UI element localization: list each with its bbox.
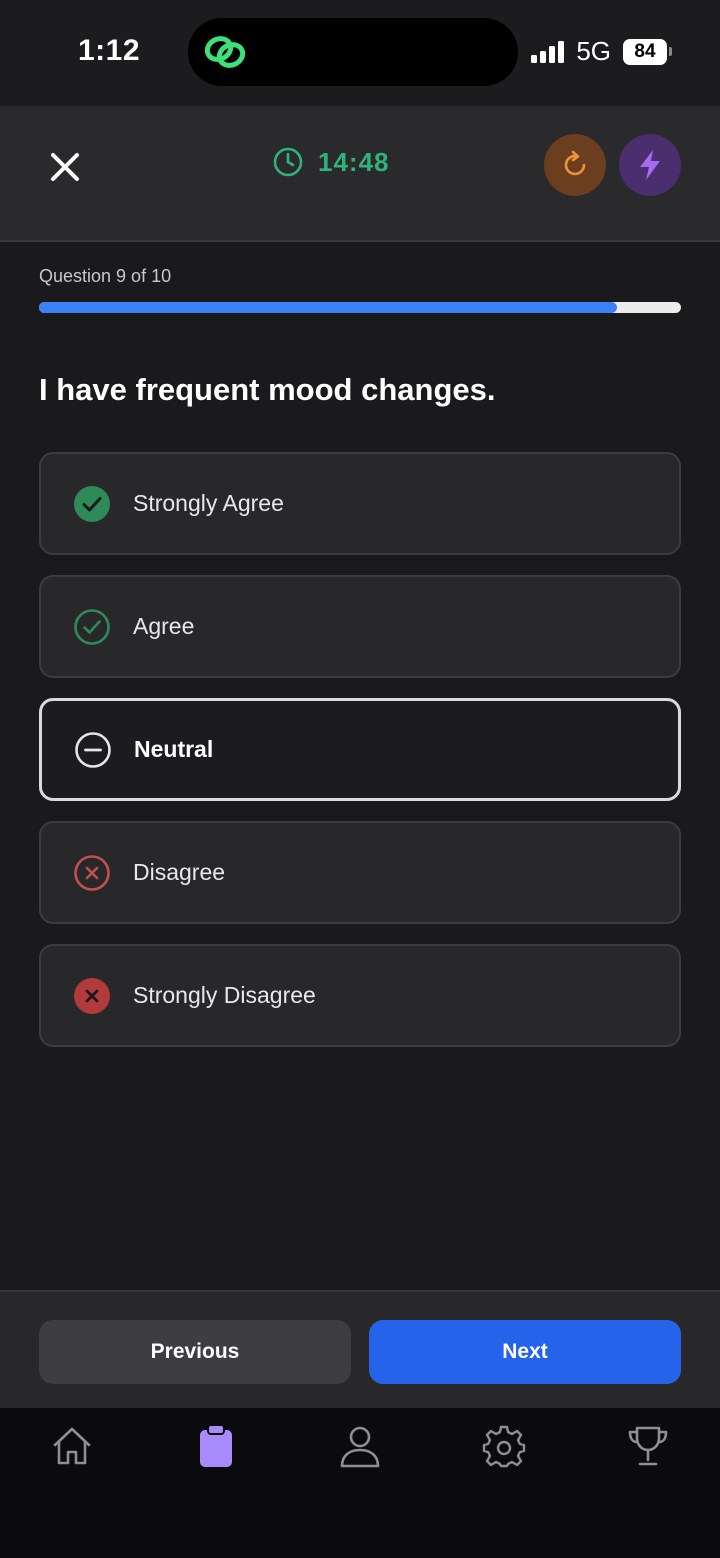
option-disagree[interactable]: Disagree xyxy=(39,821,681,924)
network-type: 5G xyxy=(576,36,611,66)
tab-home[interactable] xyxy=(48,1422,96,1470)
signal-icon xyxy=(531,40,565,63)
tab-profile[interactable] xyxy=(336,1422,384,1470)
clipboard-icon xyxy=(200,1424,232,1467)
progress-label: Question 9 of 10 xyxy=(39,266,172,286)
close-button[interactable] xyxy=(42,144,88,190)
lightning-icon xyxy=(640,150,660,180)
tab-settings[interactable] xyxy=(480,1422,528,1470)
option-neutral[interactable]: Neutral xyxy=(39,698,681,801)
check-circle-filled-icon xyxy=(73,485,111,523)
next-button[interactable]: Next xyxy=(369,1320,681,1384)
option-agree[interactable]: Agree xyxy=(39,575,681,678)
timer: 14:48 xyxy=(272,146,390,178)
timer-value: 14:48 xyxy=(318,146,390,177)
profile-icon xyxy=(340,1426,380,1468)
battery-level: 84 xyxy=(623,38,667,65)
option-label: Disagree xyxy=(133,859,226,885)
refresh-icon xyxy=(564,150,586,176)
battery-icon: 84 xyxy=(623,38,672,65)
progress-bar xyxy=(39,302,681,313)
status-indicators: 5G 84 xyxy=(531,36,672,67)
option-strongly-agree[interactable]: Strongly Agree xyxy=(39,452,681,555)
x-circle-outline-icon xyxy=(73,854,111,892)
option-label: Strongly Agree xyxy=(133,490,284,516)
status-bar: 1:12 5G 84 xyxy=(0,0,720,106)
option-label: Neutral xyxy=(134,736,214,762)
close-icon xyxy=(51,153,79,181)
home-icon xyxy=(53,1427,91,1465)
tab-achievements[interactable] xyxy=(624,1422,672,1470)
quiz-header: 14:48 xyxy=(0,106,720,242)
previous-button[interactable]: Previous xyxy=(39,1320,351,1384)
option-strongly-disagree[interactable]: Strongly Disagree xyxy=(39,944,681,1047)
clock-icon xyxy=(273,147,303,177)
question-text: I have frequent mood changes. xyxy=(39,372,496,407)
refresh-button[interactable] xyxy=(544,134,606,196)
option-label: Agree xyxy=(133,613,195,639)
status-time: 1:12 xyxy=(78,34,141,67)
dynamic-island xyxy=(188,18,518,86)
x-circle-filled-icon xyxy=(73,977,111,1015)
tab-bar xyxy=(0,1408,720,1558)
settings-icon xyxy=(482,1425,526,1468)
action-bar: Previous Next xyxy=(0,1290,720,1408)
option-label: Strongly Disagree xyxy=(133,982,316,1008)
link-app-icon xyxy=(204,36,246,68)
progress-fill xyxy=(39,302,617,313)
check-circle-outline-icon xyxy=(73,608,111,646)
trophy-icon xyxy=(628,1426,668,1466)
boost-button[interactable] xyxy=(619,134,681,196)
answer-options: Strongly Agree Agree Neutral Disagree St… xyxy=(39,452,681,1067)
tab-quiz[interactable] xyxy=(192,1422,240,1470)
minus-circle-icon xyxy=(74,731,112,769)
